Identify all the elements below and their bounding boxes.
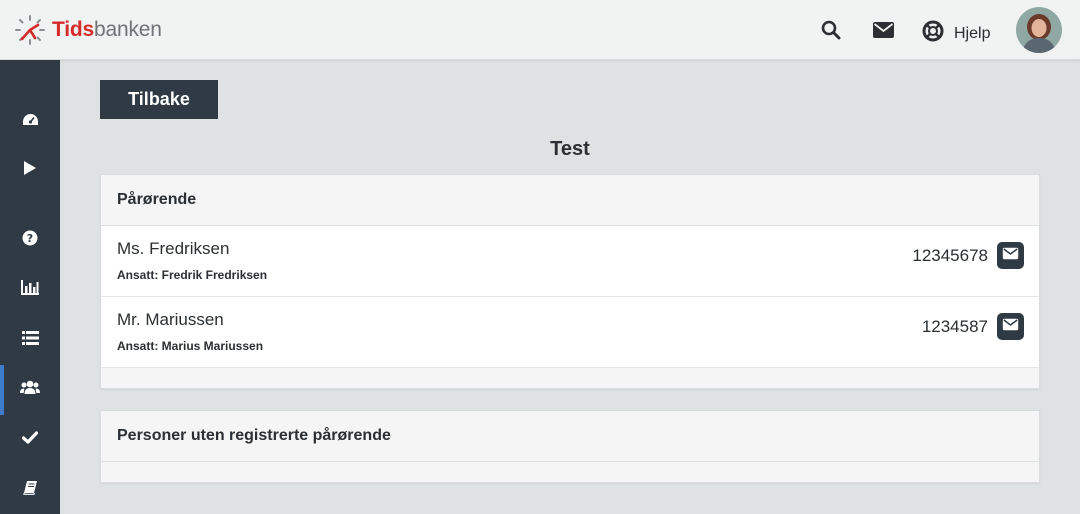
envelope-icon	[1002, 318, 1019, 336]
panel-footer	[101, 368, 1039, 388]
relative-employee: Ansatt: Fredrik Fredriksen	[117, 268, 268, 282]
top-bar: Tidsbanken Hjelp	[0, 0, 1080, 60]
send-email-button[interactable]	[997, 313, 1024, 340]
relative-name: Ms. Fredriksen	[117, 239, 230, 258]
svg-text:?: ?	[27, 232, 33, 245]
logo-clock-icon	[15, 15, 45, 45]
logo-text-banken: banken	[94, 18, 162, 41]
relatives-panel-title: Pårørende	[101, 175, 1039, 226]
send-email-button[interactable]	[997, 242, 1024, 269]
sidebar-item-list[interactable]	[0, 315, 60, 365]
help-label: Hjelp	[954, 24, 991, 42]
users-icon	[20, 380, 40, 400]
relative-row: Ms. Fredriksen Ansatt: Fredrik Fredrikse…	[101, 226, 1039, 297]
envelope-icon[interactable]	[873, 22, 894, 43]
dashboard-icon	[22, 113, 39, 132]
sidebar-item-help[interactable]: ?	[0, 215, 60, 265]
question-circle-icon: ?	[22, 230, 38, 251]
sidebar-item-dashboard[interactable]	[0, 97, 60, 147]
relatives-panel: Pårørende Ms. Fredriksen Ansatt: Fredrik…	[100, 174, 1040, 389]
sidebar-item-handbook[interactable]	[0, 465, 60, 514]
envelope-icon	[1002, 247, 1019, 265]
no-relatives-panel: Personer uten registrerte pårørende	[100, 410, 1040, 483]
panel-footer	[101, 462, 1039, 482]
relative-row: Mr. Mariussen Ansatt: Marius Mariussen 1…	[101, 297, 1039, 368]
check-icon	[21, 431, 39, 449]
bar-chart-icon	[21, 280, 39, 300]
play-icon	[23, 160, 37, 181]
relative-employee: Ansatt: Marius Mariussen	[117, 339, 264, 353]
lifebuoy-icon	[922, 20, 944, 47]
logo-text-tids: Tids	[52, 18, 94, 41]
sidebar: ?	[0, 60, 60, 514]
no-relatives-panel-title: Personer uten registrerte pårørende	[101, 411, 1039, 462]
back-button[interactable]: Tilbake	[100, 80, 218, 119]
relative-phone: 12345678	[912, 246, 988, 265]
book-icon	[22, 480, 38, 500]
relative-name: Mr. Mariussen	[117, 310, 224, 329]
sidebar-item-tasks[interactable]	[0, 415, 60, 465]
avatar[interactable]	[1016, 7, 1062, 53]
sidebar-item-play[interactable]	[0, 145, 60, 195]
search-icon[interactable]	[821, 20, 841, 45]
sidebar-item-reports[interactable]	[0, 265, 60, 315]
logo[interactable]: Tidsbanken	[14, 14, 162, 46]
help-link[interactable]: Hjelp	[922, 20, 990, 47]
list-icon	[21, 330, 39, 350]
logo-wordmark: Tidsbanken	[52, 18, 162, 42]
sidebar-item-users[interactable]	[0, 365, 60, 415]
relative-phone: 1234587	[921, 317, 988, 336]
page-title: Test	[550, 138, 590, 160]
